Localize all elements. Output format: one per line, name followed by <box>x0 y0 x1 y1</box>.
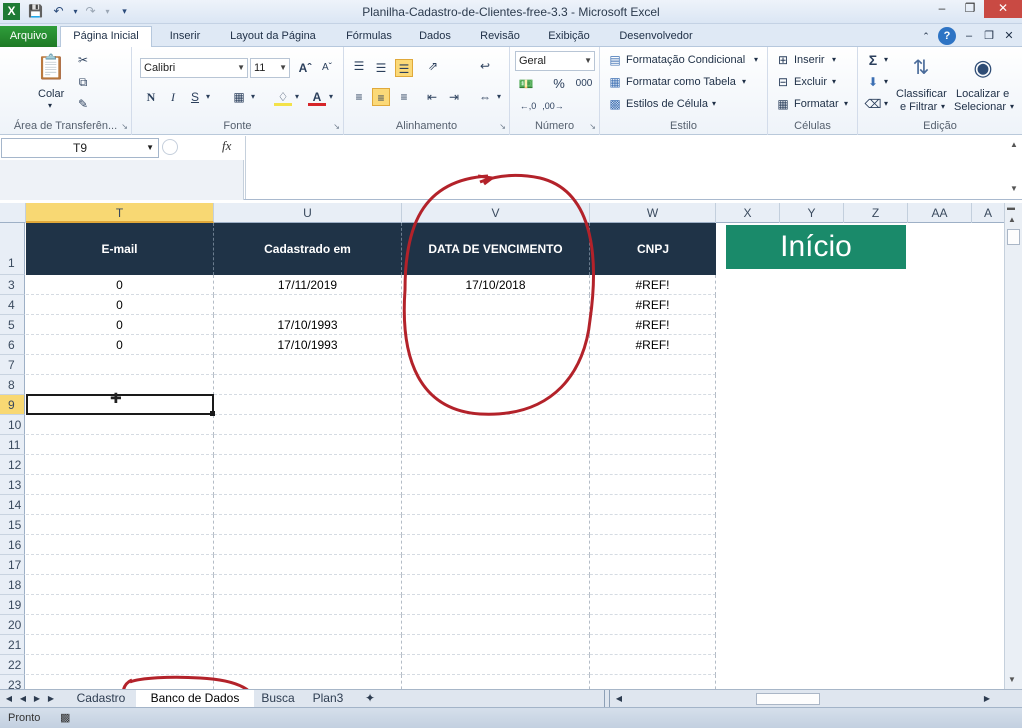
hscroll-left-icon[interactable]: ◀ <box>614 690 624 708</box>
next-sheet-icon[interactable]: ▶ <box>32 690 42 708</box>
sheet-tab-cadastro[interactable]: Cadastro <box>70 690 132 708</box>
annotation-overlay <box>121 174 595 718</box>
last-sheet-icon[interactable]: ▶ <box>46 690 56 708</box>
tab-split-handle[interactable] <box>604 690 610 708</box>
macro-record-icon[interactable]: ▩ <box>60 711 70 724</box>
hscroll-right-icon[interactable]: ▶ <box>982 690 992 708</box>
hscroll-thumb[interactable] <box>756 693 820 705</box>
sheet-tab-plan3[interactable]: Plan3 <box>306 690 350 708</box>
sheet-tab-busca[interactable]: Busca <box>256 690 300 708</box>
vertical-scrollbar[interactable]: ▬ ▲ ▼ <box>1004 203 1022 689</box>
split-box-icon[interactable]: ▬ <box>1007 203 1015 212</box>
status-bar: Pronto ▩ <box>0 707 1022 728</box>
scroll-thumb[interactable] <box>1007 229 1020 245</box>
sheet-tab-bar: ◀ ◀ ▶ ▶ Cadastro Banco de Dados Busca Pl… <box>0 689 1022 708</box>
annotation-circle-due-date <box>402 174 595 416</box>
status-text: Pronto <box>8 712 41 724</box>
sheet-tab-banco-de-dados[interactable]: Banco de Dados <box>136 690 254 708</box>
scroll-up-icon[interactable]: ▲ <box>1008 215 1016 224</box>
prev-sheet-icon[interactable]: ◀ <box>18 690 28 708</box>
scroll-down-icon[interactable]: ▼ <box>1008 675 1016 684</box>
new-sheet-icon[interactable]: ✦ <box>360 690 380 708</box>
first-sheet-icon[interactable]: ◀ <box>4 690 14 708</box>
